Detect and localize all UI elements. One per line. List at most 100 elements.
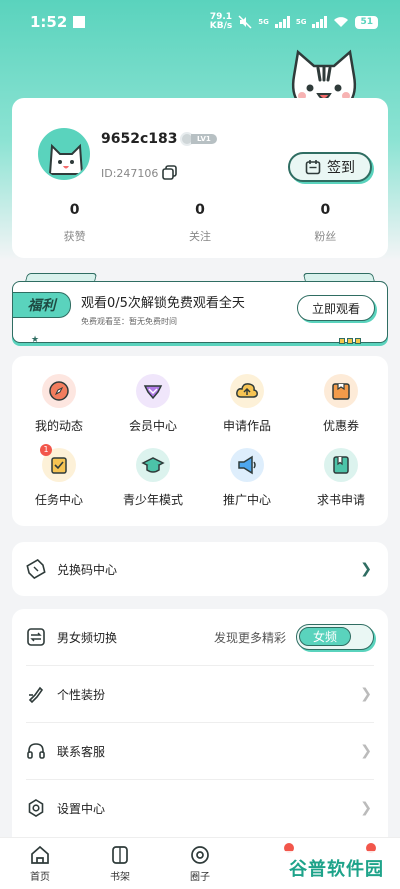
grid-label: 会员中心 (128, 419, 177, 433)
brush-icon (28, 686, 44, 704)
grid-label: 推广中心 (222, 493, 271, 507)
calendar-icon (305, 160, 321, 175)
chevron-right-icon: ❯ (360, 743, 372, 759)
gender-toggle[interactable]: 女频 (296, 624, 374, 650)
feature-grid: 我的动态 会员中心 申请作品 优惠券 1 任务中心 青少年模式 推广中心 求书申… (12, 356, 388, 508)
grid-item-my-posts[interactable]: 我的动态 (12, 374, 106, 434)
grid-label: 任务中心 (34, 493, 83, 507)
nav-home[interactable]: 首页 (0, 838, 80, 889)
notification-icon (73, 16, 86, 28)
grid-label: 我的动态 (34, 419, 83, 433)
profile-card: 9652c183 LV1 ID:247106 签到 0 获赞 0 关注 0 粉丝 (12, 98, 388, 258)
grid-item-promotion[interactable]: 推广中心 (200, 448, 294, 508)
upload-cloud-icon (230, 374, 264, 408)
stat-following-label: 关注 (188, 230, 211, 243)
grid-item-tasks[interactable]: 1 任务中心 (12, 444, 106, 508)
chevron-right-icon: ❯ (360, 686, 372, 702)
dots-decoration (339, 338, 361, 344)
network-type-1: 5G (258, 18, 269, 26)
status-time: 1:52 (30, 13, 86, 31)
stat-fans[interactable]: 0 粉丝 (263, 202, 388, 244)
megaphone-icon (230, 448, 264, 482)
welfare-banner[interactable]: 福利 观看0/5次解锁免费观看全天 免费观看至：暂无免费时间 立即观看 ★ (12, 273, 388, 345)
wifi-icon (334, 17, 349, 27)
nav-circle[interactable]: 圈子 (160, 838, 240, 889)
stat-fans-label: 粉丝 (314, 230, 337, 243)
signal-icon-2 (312, 16, 328, 28)
network-type-2: 5G (295, 18, 307, 26)
feature-grid-card: 我的动态 会员中心 申请作品 优惠券 1 任务中心 青少年模式 推广中心 求书申… (12, 356, 388, 526)
nav-circle-label: 圈子 (190, 872, 210, 883)
compass-icon (42, 374, 76, 408)
home-icon (31, 845, 49, 864)
graduation-cap-icon (136, 448, 170, 482)
profile-stats: 0 获赞 0 关注 0 粉丝 (12, 202, 388, 244)
stat-following[interactable]: 0 关注 (137, 202, 262, 244)
welfare-subtitle: 免费观看至：暂无免费时间 (81, 317, 177, 326)
support-row[interactable]: 联系客服 ❯ (12, 723, 388, 779)
gender-switch-label: 男女频切换 (57, 630, 118, 645)
gender-toggle-value: 女频 (299, 627, 351, 646)
settings-row[interactable]: 设置中心 ❯ (12, 780, 388, 836)
status-bar: 1:52 79.1 KB/s 5G 5G 51 (0, 0, 400, 44)
settings-card: 男女频切换 发现更多精彩 女频 个性装扮 ❯ 联系客服 ❯ 设置中心 ❯ (12, 609, 388, 849)
watch-now-button[interactable]: 立即观看 (297, 295, 375, 321)
nav-shelf[interactable]: 书架 (80, 838, 160, 889)
battery-icon: 51 (355, 15, 378, 29)
stat-likes[interactable]: 0 获赞 (12, 202, 137, 244)
status-indicators: 79.1 KB/s 5G 5G 51 (210, 13, 378, 31)
book-request-icon (324, 448, 358, 482)
level-badge: LV1 (180, 132, 220, 146)
grid-item-youth-mode[interactable]: 青少年模式 (106, 448, 200, 508)
chevron-right-icon: ❯ (360, 800, 372, 816)
bookshelf-icon (112, 846, 128, 864)
welfare-title: 观看0/5次解锁免费观看全天 (81, 296, 245, 311)
nav-shelf-label: 书架 (110, 872, 130, 883)
stat-likes-label: 获赞 (63, 230, 86, 243)
welfare-tag: 福利 (13, 292, 71, 318)
clock: 1:52 (30, 13, 68, 31)
redeem-code-label: 兑换码中心 (57, 562, 118, 577)
headset-icon (27, 743, 45, 759)
grid-item-vip[interactable]: 会员中心 (106, 374, 200, 434)
cat-avatar-icon (40, 130, 88, 178)
username: 9652c183 (101, 131, 178, 147)
avatar[interactable] (38, 128, 90, 180)
grid-label: 申请作品 (222, 419, 271, 433)
net-speed: 79.1 KB/s (210, 13, 232, 31)
coupon-icon (324, 374, 358, 408)
grid-label: 优惠券 (322, 419, 359, 433)
user-id: ID:247106 (101, 167, 159, 180)
personalize-label: 个性装扮 (57, 687, 106, 702)
checkin-button[interactable]: 签到 (288, 152, 372, 182)
grid-item-apply-work[interactable]: 申请作品 (200, 374, 294, 434)
grid-item-book-request[interactable]: 求书申请 (294, 448, 388, 508)
gear-icon (28, 799, 44, 817)
grid-label: 求书申请 (316, 493, 365, 507)
redeem-code-row[interactable]: 兑换码中心 ❯ (12, 542, 388, 596)
copy-icon[interactable] (162, 165, 177, 180)
vip-diamond-icon (136, 374, 170, 408)
switch-arrows-icon (27, 628, 45, 646)
gender-switch-row: 男女频切换 发现更多精彩 女频 (12, 609, 388, 665)
mute-icon (238, 15, 252, 29)
grid-item-coupons[interactable]: 优惠券 (294, 374, 388, 434)
welfare-panel: 福利 观看0/5次解锁免费观看全天 免费观看至：暂无免费时间 立即观看 ★ (12, 281, 388, 345)
circle-community-icon (191, 846, 209, 864)
chevron-right-icon: ❯ (360, 561, 372, 577)
personalize-row[interactable]: 个性装扮 ❯ (12, 666, 388, 722)
stat-likes-count: 0 (69, 202, 80, 218)
grid-label: 青少年模式 (122, 493, 183, 507)
stat-following-count: 0 (195, 202, 205, 218)
net-speed-unit: KB/s (209, 21, 233, 31)
stat-fans-count: 0 (320, 202, 331, 218)
support-label: 联系客服 (57, 744, 106, 759)
signal-icon-1 (274, 16, 290, 28)
ticket-icon (26, 559, 46, 579)
settings-label: 设置中心 (57, 801, 106, 816)
redeem-code-card[interactable]: 兑换码中心 ❯ (12, 542, 388, 596)
gender-switch-hint: 发现更多精彩 (213, 630, 286, 645)
nav-home-label: 首页 (30, 872, 50, 883)
star-icon: ★ (31, 335, 40, 345)
task-badge: 1 (40, 444, 52, 456)
